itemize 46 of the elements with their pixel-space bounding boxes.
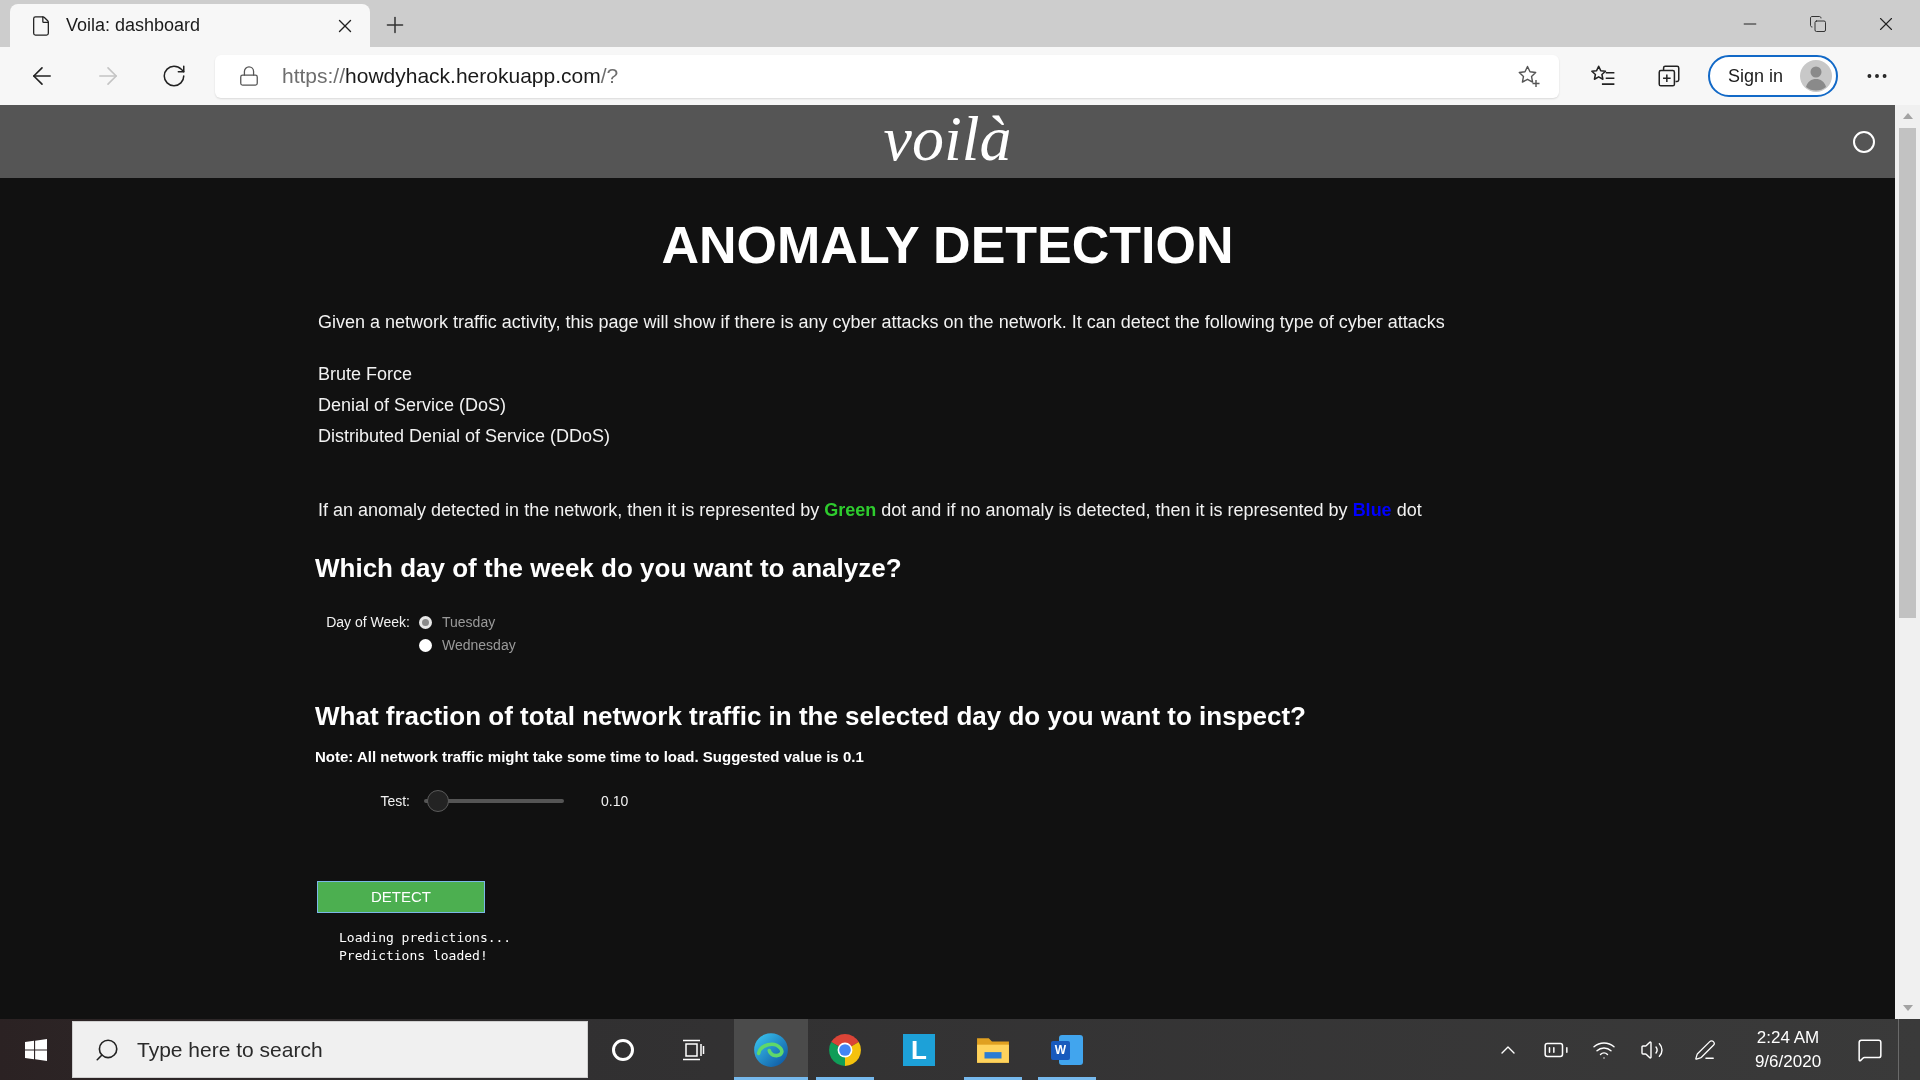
address-bar[interactable]: https://howdyhack.herokuapp.com/? (215, 54, 1559, 98)
output-line: Predictions loaded! (339, 947, 488, 965)
clock-time: 2:24 AM (1756, 1026, 1820, 1049)
slider-label: Test: (379, 791, 410, 811)
restore-icon[interactable] (1809, 14, 1827, 33)
letter-tile-icon: L (903, 1033, 935, 1066)
scrollbar-thumb[interactable] (1899, 128, 1916, 618)
section-heading: Which day of the week do you want to analyze? (315, 552, 902, 584)
taskbar-app-button[interactable] (734, 1019, 808, 1080)
slider-thumb[interactable] (427, 790, 449, 812)
swirl-icon (753, 1031, 789, 1068)
attack-type: Denial of Service (DoS) (318, 394, 507, 417)
refresh-icon[interactable] (161, 63, 187, 89)
taskbar-app-button[interactable]: W (1030, 1019, 1104, 1080)
notification-icon[interactable] (1857, 1036, 1883, 1063)
legend-sentence: If an anomaly detected in the network, then it is represented by Green dot and if no anomaly is detected, then it is represented by Blue dot (318, 499, 1422, 522)
section-heading: What fraction of total network traffic in the selected day do you want to inspect? (315, 700, 1306, 732)
windows-logo-icon[interactable] (25, 1038, 47, 1061)
star-plus-icon[interactable] (1517, 64, 1541, 88)
note-text: Note: All network traffic might take some time to load. Suggested value is 0.1 (315, 747, 864, 767)
ring-icon[interactable] (612, 1038, 634, 1061)
sign-in-button[interactable]: Sign in (1708, 55, 1838, 97)
taskbar-search-box[interactable]: Type here to search (72, 1021, 588, 1078)
page-icon (30, 14, 52, 37)
intro-paragraph: Given a network traffic activity, this page will show if there is any cyber attacks on the network. It can detect the following type of cyber attacks (318, 311, 1445, 334)
avatar-icon (1800, 60, 1832, 92)
page-title: ANOMALY DETECTION (660, 215, 1235, 276)
attack-type: Distributed Denial of Service (DDoS) (318, 425, 611, 448)
tricolor-circle-icon (828, 1032, 862, 1067)
lock-icon (238, 65, 260, 87)
app-logo: voilà (883, 106, 1012, 176)
attack-type: Brute Force (318, 363, 413, 386)
window-stack-icon[interactable] (681, 1037, 705, 1062)
radio-button[interactable] (419, 639, 432, 652)
output-line: Loading predictions... (339, 929, 512, 947)
radio-button[interactable] (419, 616, 432, 629)
ring-icon (1853, 130, 1875, 153)
collections-icon[interactable] (1656, 63, 1682, 89)
browser-tab[interactable]: Voila: dashboard (10, 4, 370, 47)
radio-label: Wednesday (442, 636, 516, 655)
clock-date: 9/6/2020 (1754, 1050, 1822, 1073)
field-label: Day of Week: (325, 613, 410, 632)
vertical-scrollbar[interactable] (1895, 105, 1920, 1019)
radio-label: Tuesday (442, 613, 496, 632)
slider-value: 0.10 (601, 791, 629, 811)
pen-icon[interactable] (1694, 1038, 1716, 1061)
